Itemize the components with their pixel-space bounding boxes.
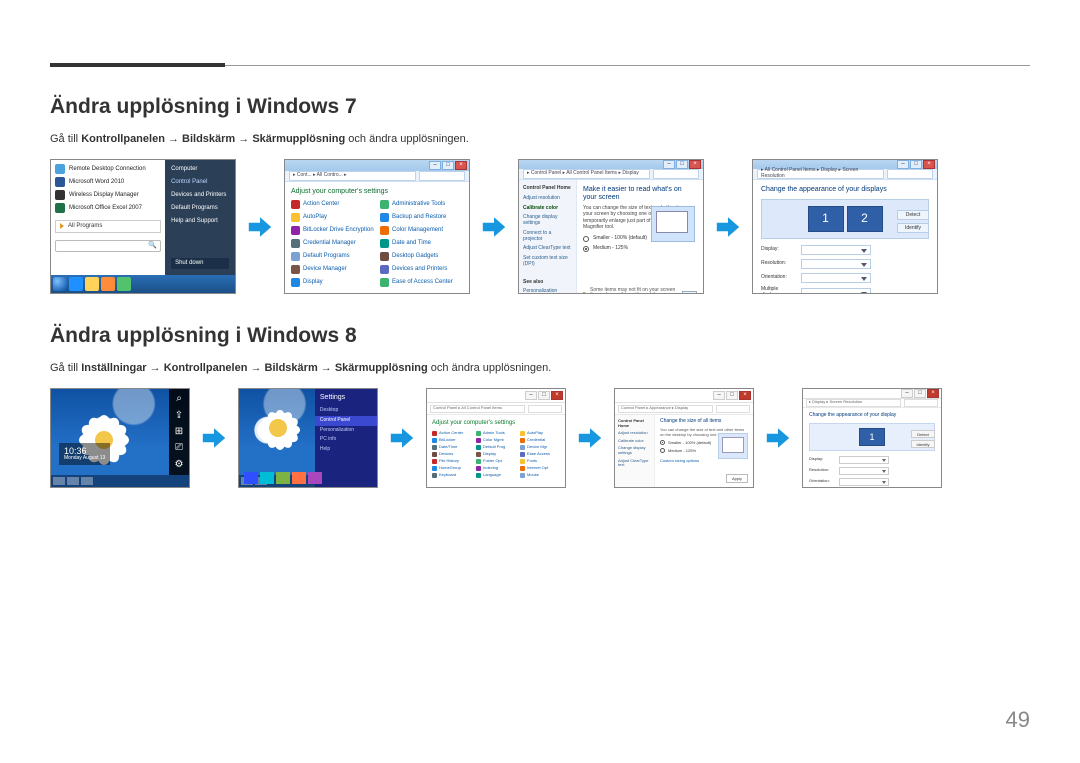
display-title: Make it easier to read what's on your sc… — [583, 186, 697, 202]
explorer-icon — [85, 277, 99, 291]
address-bar: ▸ Cont... ▸ All Contro... ▸ — [289, 171, 416, 181]
arrow-right-icon — [388, 424, 416, 452]
identify-button: Identify — [897, 223, 929, 233]
shutdown: Shut down — [171, 258, 229, 269]
taskbar — [51, 275, 235, 293]
instr-path: Kontrollpanelen → Bildskärm → Skärmupplö… — [81, 133, 345, 145]
win7-display-screenshot: –□× ▸ Control Panel ▸ All Control Panel … — [518, 159, 704, 294]
res-title: Change the appearance of your displays — [761, 186, 929, 194]
shield-icon — [583, 292, 586, 294]
ie-icon — [69, 277, 83, 291]
start-charm-icon: ⊞ — [173, 426, 185, 438]
app-icon — [117, 277, 131, 291]
start-item: Microsoft Word 2010 — [69, 179, 124, 186]
start-item: Microsoft Office Excel 2007 — [69, 205, 142, 212]
win7-control-panel-screenshot: –□× ▸ Cont... ▸ All Contro... ▸ Adjust y… — [284, 159, 470, 294]
header-accent — [50, 63, 225, 67]
multiple-select — [801, 288, 871, 294]
right-item: Devices and Printers — [171, 192, 229, 199]
charms-bar: ⌕ ⇪ ⊞ ⎚ ⚙ — [169, 389, 189, 475]
instr-path: Inställningar → Kontrollpanelen → Bildsk… — [81, 362, 428, 374]
win8-settings-screenshot: Settings Desktop Control Panel Personali… — [238, 388, 378, 488]
devices-charm-icon: ⎚ — [173, 442, 185, 454]
right-item: Help and Support — [171, 218, 229, 225]
heading-win8: Ändra upplösning i Windows 8 — [50, 324, 1030, 348]
instr-prefix: Gå till — [50, 362, 81, 374]
right-item: Computer — [171, 166, 229, 173]
preview-icon — [718, 433, 748, 459]
media-icon — [101, 277, 115, 291]
win8-resolution-screenshot: –□× ▸ Display ▸ Screen Resolution Change… — [802, 388, 942, 488]
win8-charms-screenshot: 10:36 Monday August 13 ⌕ ⇪ ⊞ ⎚ ⚙ — [50, 388, 190, 488]
clock: 10:36 Monday August 13 — [59, 443, 110, 465]
win8-control-panel-screenshot: –□× Control Panel ▸ All Control Panel It… — [426, 388, 566, 488]
right-item: Control Panel — [171, 179, 229, 186]
win8-steps-row: 10:36 Monday August 13 ⌕ ⇪ ⊞ ⎚ ⚙ — [50, 388, 1030, 488]
win7-start-menu-screenshot: Remote Desktop Connection Microsoft Word… — [50, 159, 236, 294]
win7-resolution-screenshot: –□× ▸ All Control Panel Items ▸ Display … — [752, 159, 938, 294]
settings-header: Settings — [320, 394, 372, 402]
settings-charm-icon: ⚙ — [173, 459, 185, 471]
address-bar: ▸ Control Panel ▸ All Control Panel Item… — [523, 169, 650, 179]
instr-suffix: och ändra upplösningen. — [428, 362, 552, 374]
search-field — [653, 169, 699, 179]
search-field — [419, 171, 465, 181]
arrow-right-icon — [480, 213, 508, 241]
start-orb-icon — [53, 277, 67, 291]
search-charm-icon: ⌕ — [173, 393, 185, 405]
apply-button: Apply — [682, 291, 697, 294]
right-item: Default Programs — [171, 205, 229, 212]
win8-display-screenshot: –□× Control Panel ▸ Appearance ▸ Display… — [614, 388, 754, 488]
display-select — [801, 245, 871, 255]
search-field — [887, 169, 933, 179]
instr-prefix: Gå till — [50, 133, 81, 145]
arrow-right-icon — [714, 213, 742, 241]
triangle-icon — [60, 223, 64, 229]
search-box: 🔍 — [55, 240, 161, 252]
cp-title: Adjust your computer's settings — [291, 188, 463, 196]
instruction-win8: Gå till Inställningar → Kontrollpanelen … — [50, 362, 1030, 374]
heading-win7: Ändra upplösning i Windows 7 — [50, 95, 1030, 119]
arrow-right-icon — [576, 424, 604, 452]
preview-icon — [651, 206, 695, 242]
start-item: Wireless Display Manager — [69, 192, 139, 199]
monitor-2-icon: 2 — [847, 206, 883, 232]
apply-button: Apply — [726, 474, 748, 483]
share-charm-icon: ⇪ — [173, 410, 185, 422]
page-content: Ändra upplösning i Windows 7 Gå till Kon… — [50, 55, 1030, 488]
monitor-1-icon: 1 — [808, 206, 844, 232]
start-item: Remote Desktop Connection — [69, 166, 146, 173]
arrow-right-icon — [246, 213, 274, 241]
control-panel-item: Control Panel — [315, 416, 377, 426]
orientation-select — [801, 273, 871, 283]
arrow-right-icon — [764, 424, 792, 452]
resolution-select — [801, 259, 871, 269]
cp-title: Adjust your computer's settings — [432, 420, 560, 427]
arrow-right-icon — [200, 424, 228, 452]
search-icon: 🔍 — [148, 242, 157, 250]
all-programs: All Programs — [55, 220, 161, 233]
instr-suffix: och ändra upplösningen. — [345, 133, 469, 145]
detect-button: Detect — [897, 210, 929, 220]
win7-steps-row: Remote Desktop Connection Microsoft Word… — [50, 159, 1030, 294]
page-number: 49 — [1006, 707, 1030, 733]
instruction-win7: Gå till Kontrollpanelen → Bildskärm → Sk… — [50, 133, 1030, 145]
address-bar: ▸ All Control Panel Items ▸ Display ▸ Sc… — [757, 169, 884, 179]
